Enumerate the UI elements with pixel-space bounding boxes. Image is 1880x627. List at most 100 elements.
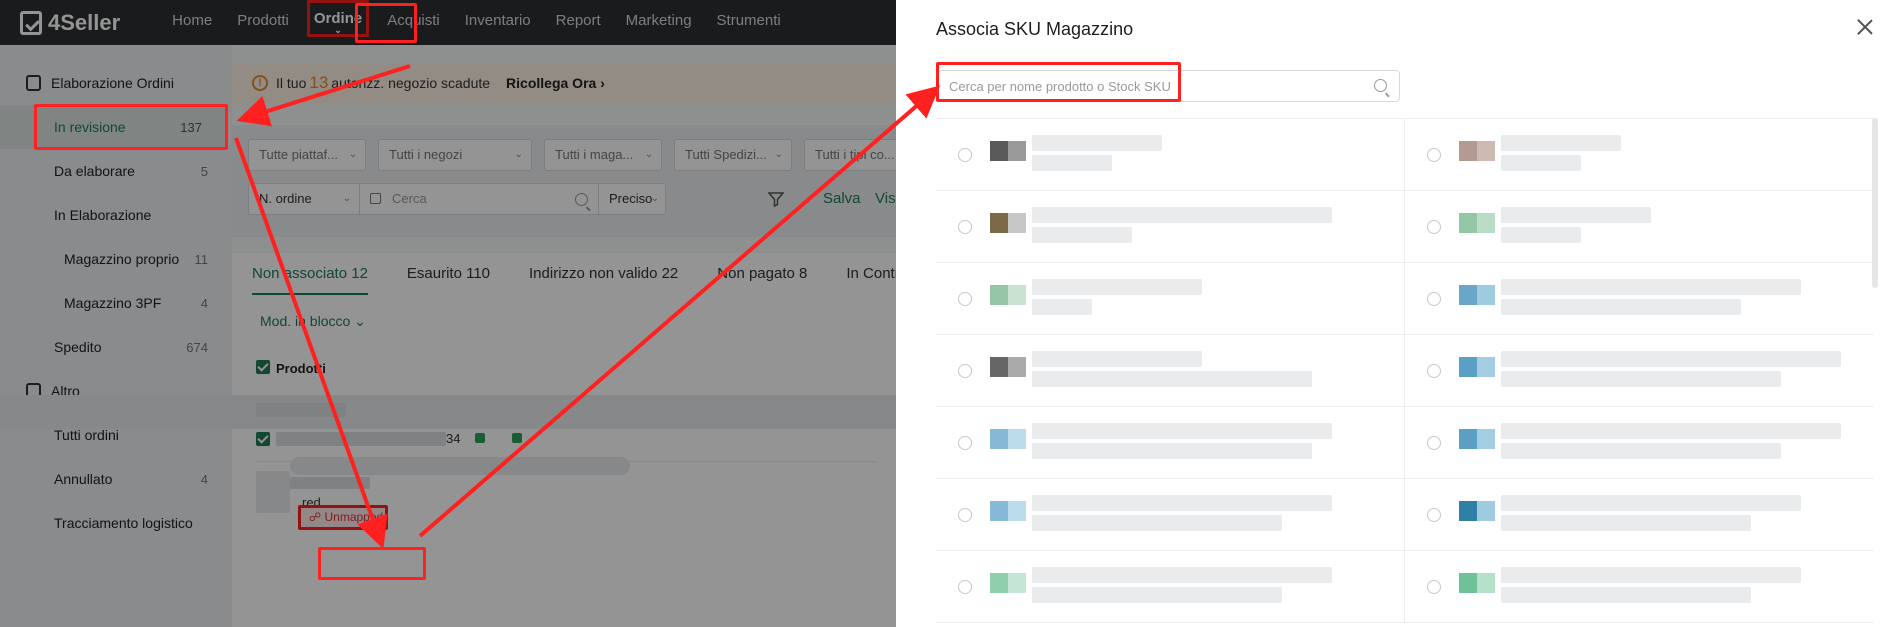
thumbnail-pixel: [990, 501, 1008, 521]
blurred-sku-code: [1032, 155, 1112, 171]
sku-thumbnail: [1459, 213, 1495, 233]
sku-radio-button[interactable]: [1427, 508, 1441, 522]
sku-option-row[interactable]: [1405, 479, 1874, 551]
sku-radio-button[interactable]: [958, 508, 972, 522]
sku-option-row[interactable]: [936, 479, 1405, 551]
thumbnail-pixel: [1008, 213, 1026, 233]
thumbnail-pixel: [990, 213, 1008, 233]
blurred-sku-name: [1032, 423, 1332, 439]
sku-results-grid: [936, 118, 1874, 627]
blurred-sku-code: [1501, 299, 1741, 315]
thumbnail-pixel: [1477, 285, 1495, 305]
thumbnail-pixel: [1008, 501, 1026, 521]
sku-radio-button[interactable]: [1427, 148, 1441, 162]
blurred-sku-code: [1501, 227, 1581, 243]
sku-option-row[interactable]: [1405, 263, 1874, 335]
sku-thumbnail: [1459, 573, 1495, 593]
blurred-sku-name: [1501, 207, 1651, 223]
sku-radio-button[interactable]: [1427, 364, 1441, 378]
sku-option-row[interactable]: [1405, 119, 1874, 191]
blurred-sku-name: [1501, 495, 1801, 511]
blurred-sku-name: [1501, 135, 1621, 151]
thumbnail-pixel: [1477, 573, 1495, 593]
sku-option-row[interactable]: [936, 335, 1405, 407]
sku-radio-button[interactable]: [958, 364, 972, 378]
thumbnail-pixel: [1459, 573, 1477, 593]
blurred-sku-name: [1032, 351, 1202, 367]
sku-radio-button[interactable]: [1427, 292, 1441, 306]
thumbnail-pixel: [1477, 141, 1495, 161]
drawer-title: Associa SKU Magazzino: [936, 19, 1134, 39]
blurred-sku-code: [1032, 299, 1092, 315]
blurred-sku-name: [1501, 567, 1801, 583]
sku-option-row[interactable]: [936, 119, 1405, 191]
blurred-sku-name: [1032, 495, 1332, 511]
associate-sku-drawer: Associa SKU Magazzino: [896, 0, 1880, 627]
thumbnail-pixel: [990, 357, 1008, 377]
sku-radio-button[interactable]: [958, 220, 972, 234]
blurred-sku-name: [1501, 423, 1841, 439]
sku-option-row[interactable]: [936, 551, 1405, 623]
sku-thumbnail: [1459, 429, 1495, 449]
thumbnail-pixel: [990, 285, 1008, 305]
thumbnail-pixel: [990, 573, 1008, 593]
sku-thumbnail: [990, 141, 1026, 161]
thumbnail-pixel: [1008, 573, 1026, 593]
sku-option-row[interactable]: [936, 191, 1405, 263]
sku-radio-button[interactable]: [1427, 220, 1441, 234]
search-icon[interactable]: [1374, 79, 1387, 92]
blurred-sku-code: [1032, 227, 1132, 243]
blurred-sku-code: [1032, 515, 1282, 531]
blurred-sku-code: [1501, 443, 1781, 459]
blurred-sku-code: [1032, 587, 1282, 603]
sku-thumbnail: [1459, 141, 1495, 161]
sku-thumbnail: [990, 213, 1026, 233]
sku-thumbnail: [990, 573, 1026, 593]
close-icon[interactable]: [1854, 16, 1876, 38]
sku-thumbnail: [990, 501, 1026, 521]
sku-search-box: [938, 70, 1400, 102]
sku-thumbnail: [1459, 357, 1495, 377]
thumbnail-pixel: [990, 141, 1008, 161]
thumbnail-pixel: [990, 429, 1008, 449]
blurred-sku-code: [1501, 155, 1581, 171]
sku-thumbnail: [1459, 285, 1495, 305]
thumbnail-pixel: [1477, 429, 1495, 449]
sku-option-row[interactable]: [1405, 335, 1874, 407]
blurred-sku-code: [1501, 587, 1751, 603]
thumbnail-pixel: [1459, 357, 1477, 377]
sku-option-row[interactable]: [1405, 191, 1874, 263]
sku-radio-button[interactable]: [958, 292, 972, 306]
sku-radio-button[interactable]: [958, 148, 972, 162]
blurred-sku-code: [1501, 371, 1781, 387]
sku-thumbnail: [990, 429, 1026, 449]
modal-backdrop[interactable]: [0, 0, 900, 627]
sku-thumbnail: [990, 357, 1026, 377]
thumbnail-pixel: [1008, 357, 1026, 377]
blurred-sku-code: [1501, 515, 1751, 531]
thumbnail-pixel: [1008, 141, 1026, 161]
blurred-sku-name: [1501, 279, 1801, 295]
thumbnail-pixel: [1008, 429, 1026, 449]
blurred-sku-name: [1032, 135, 1162, 151]
sku-search-input[interactable]: [949, 72, 1349, 100]
thumbnail-pixel: [1459, 141, 1477, 161]
thumbnail-pixel: [1477, 357, 1495, 377]
sku-option-row[interactable]: [1405, 551, 1874, 623]
thumbnail-pixel: [1477, 213, 1495, 233]
blurred-sku-code: [1032, 371, 1312, 387]
thumbnail-pixel: [1459, 429, 1477, 449]
sku-option-row[interactable]: [1405, 407, 1874, 479]
sku-option-row[interactable]: [936, 263, 1405, 335]
thumbnail-pixel: [1459, 285, 1477, 305]
sku-radio-button[interactable]: [958, 436, 972, 450]
sku-radio-button[interactable]: [958, 580, 972, 594]
sku-option-row[interactable]: [936, 407, 1405, 479]
blurred-sku-code: [1032, 443, 1312, 459]
sku-radio-button[interactable]: [1427, 436, 1441, 450]
blurred-sku-name: [1032, 567, 1332, 583]
sku-radio-button[interactable]: [1427, 580, 1441, 594]
blurred-sku-name: [1501, 351, 1841, 367]
thumbnail-pixel: [1459, 501, 1477, 521]
scrollbar[interactable]: [1872, 118, 1878, 288]
